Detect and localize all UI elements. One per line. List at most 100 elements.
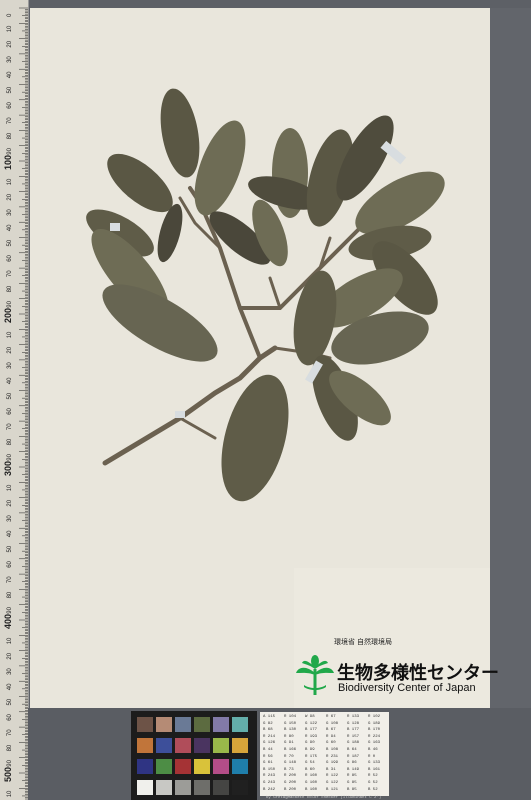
table-cell: B 46 bbox=[368, 748, 378, 752]
table-cell: R 224 bbox=[368, 734, 381, 739]
table-cell: R 67 bbox=[326, 715, 336, 719]
table-cell: R 243 bbox=[263, 774, 276, 779]
table-cell: G 188 bbox=[347, 741, 360, 746]
ruler-label: 80 bbox=[7, 285, 13, 292]
ruler-label: 50 bbox=[7, 545, 13, 552]
table-cell: A 115 bbox=[263, 715, 276, 719]
table-cell: G 52 bbox=[368, 781, 378, 785]
table-footer: by GretagMacbeth color checker (Illumina… bbox=[266, 796, 382, 800]
ruler-label: 60 bbox=[7, 560, 13, 567]
ruler-label: 70 bbox=[7, 729, 13, 736]
ruler-label: 20 bbox=[7, 193, 13, 200]
ruler-label: 80 bbox=[7, 438, 13, 445]
color-swatch bbox=[137, 717, 153, 732]
table-cell: G 150 bbox=[284, 721, 297, 726]
ruler-label: 90 bbox=[7, 759, 13, 766]
table-cell: R 102 bbox=[368, 715, 381, 719]
ruler-label: 90 bbox=[7, 147, 13, 154]
table-cell: R 193 bbox=[305, 734, 318, 739]
table-cell: G 122 bbox=[326, 781, 339, 785]
ruler-label: 20 bbox=[7, 499, 13, 506]
ruler-label: 40 bbox=[7, 683, 13, 690]
ruler-scale: 0102030405060708090100102030405060708090… bbox=[3, 7, 28, 800]
table-cell: R 56 bbox=[263, 754, 273, 759]
ruler-label: 10 bbox=[7, 637, 13, 644]
ruler-label: 80 bbox=[7, 744, 13, 751]
color-swatch bbox=[232, 738, 248, 753]
table-cell: R 94 bbox=[326, 734, 336, 739]
ruler-label: 20 bbox=[7, 40, 13, 47]
color-swatch bbox=[232, 717, 248, 732]
center-name-english: Biodiversity Center of Japan bbox=[338, 682, 476, 694]
ruler-label: 70 bbox=[7, 423, 13, 430]
table-cell: R 70 bbox=[284, 754, 294, 759]
table-cell: R 80 bbox=[284, 734, 294, 739]
color-swatch bbox=[194, 780, 210, 795]
table-cell: G 54 bbox=[305, 761, 315, 766]
table-cell: R 175 bbox=[305, 754, 318, 759]
table-cell: B 60 bbox=[305, 767, 315, 772]
table-cell: B 150 bbox=[263, 767, 276, 772]
table-cell: G 61 bbox=[263, 761, 273, 766]
ruler-label: 80 bbox=[7, 591, 13, 598]
table-cell: B 177 bbox=[347, 728, 360, 733]
ruler-label: 30 bbox=[7, 668, 13, 675]
ruler-label: 200 bbox=[3, 308, 13, 323]
table-cell: B 160 bbox=[305, 787, 318, 792]
table-cell: R 157 bbox=[347, 734, 360, 739]
table-cell: R 133 bbox=[347, 715, 360, 719]
color-swatch bbox=[194, 717, 210, 732]
ruler-label: 50 bbox=[7, 392, 13, 399]
table-cell: B 200 bbox=[284, 787, 297, 792]
ruler-label: 70 bbox=[7, 576, 13, 583]
ruler-label: 10 bbox=[7, 790, 13, 797]
ruler-label: 10 bbox=[7, 178, 13, 185]
table-cell: B 31 bbox=[326, 767, 336, 772]
table-cell: G 82 bbox=[263, 721, 273, 726]
table-cell: B 149 bbox=[347, 767, 360, 772]
table-cell: G 148 bbox=[284, 761, 297, 766]
color-swatch bbox=[213, 780, 229, 795]
ruler-label: 300 bbox=[3, 461, 13, 476]
table-cell: G 122 bbox=[305, 721, 318, 726]
table-cell: R 52 bbox=[368, 774, 378, 779]
table-cell: B 64 bbox=[347, 748, 357, 752]
table-cell: G 90 bbox=[305, 741, 315, 746]
table-cell: B 44 bbox=[263, 748, 273, 752]
color-swatch bbox=[156, 738, 172, 753]
color-swatch bbox=[213, 717, 229, 732]
ministry-name: 環境省 自然環境局 bbox=[334, 639, 392, 646]
color-swatch bbox=[156, 780, 172, 795]
color-swatch bbox=[213, 738, 229, 753]
ruler-label: 90 bbox=[7, 453, 13, 460]
table-cell: B 67 bbox=[326, 728, 336, 733]
table-cell: R 104 bbox=[284, 715, 297, 719]
ruler-label: 40 bbox=[7, 377, 13, 384]
ruler-label: 50 bbox=[7, 239, 13, 246]
ruler-label: 30 bbox=[7, 362, 13, 369]
table-cell: R 200 bbox=[284, 774, 297, 779]
table-cell: G 200 bbox=[284, 781, 297, 785]
measuring-ruler: 0 10 20 30 40 50 60 70 80 90 100 10 20 30 40 50 60 70 80 90… bbox=[0, 0, 29, 800]
ruler-label: 20 bbox=[7, 652, 13, 659]
table-cell: R 214 bbox=[263, 734, 276, 739]
color-swatch bbox=[137, 759, 153, 774]
leaf bbox=[160, 88, 200, 178]
table-cell: B 170 bbox=[368, 728, 381, 733]
table-cell: R 0 bbox=[368, 754, 376, 759]
table-cell: R 231 bbox=[326, 754, 339, 759]
ruler-label: 400 bbox=[3, 614, 13, 629]
table-cell: B 99 bbox=[305, 748, 315, 752]
table-cell: W 98 bbox=[305, 715, 315, 719]
color-swatch bbox=[137, 738, 153, 753]
table-cell: G 86 bbox=[347, 761, 357, 766]
table-cell: G 60 bbox=[326, 741, 336, 746]
color-swatch bbox=[156, 759, 172, 774]
table-cell: B 73 bbox=[284, 767, 294, 772]
table-cell: G 108 bbox=[326, 721, 339, 726]
table-cell: B 166 bbox=[284, 748, 297, 752]
table-cell: B 108 bbox=[326, 748, 339, 752]
ruler-label: 10 bbox=[7, 25, 13, 32]
table-cell: G 160 bbox=[305, 781, 318, 785]
ruler-label: 50 bbox=[7, 698, 13, 705]
